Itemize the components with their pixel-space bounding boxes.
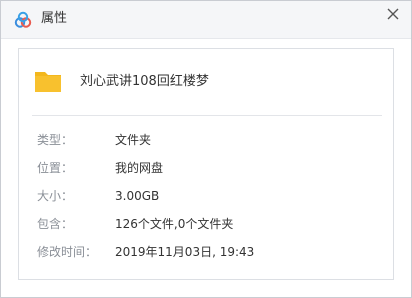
close-icon[interactable] bbox=[384, 5, 402, 23]
property-value: 我的网盘 bbox=[115, 161, 164, 175]
title-bar: 属性 bbox=[1, 1, 411, 39]
property-label: 大小： bbox=[37, 189, 74, 203]
folder-icon bbox=[32, 65, 64, 97]
property-label: 修改时间： bbox=[37, 245, 98, 259]
property-value: 3.00GB bbox=[115, 189, 160, 203]
divider bbox=[32, 115, 382, 116]
property-value: 文件夹 bbox=[115, 133, 152, 147]
properties-panel: 刘心武讲108回红楼梦 类型： 文件夹 位置： 我的网盘 大小： 3.00GB … bbox=[18, 48, 394, 280]
property-value: 2019年11月03日, 19:43 bbox=[115, 245, 255, 259]
property-label: 位置： bbox=[37, 161, 74, 175]
property-label: 类型： bbox=[37, 133, 74, 147]
property-value: 126个文件,0个文件夹 bbox=[115, 217, 234, 231]
property-label: 包含： bbox=[37, 217, 74, 231]
window-title: 属性 bbox=[41, 11, 68, 26]
file-name: 刘心武讲108回红楼梦 bbox=[80, 74, 209, 89]
baidu-cloud-icon bbox=[13, 10, 33, 30]
properties-dialog: 属性 刘心武讲108回红楼梦 类型： 文件夹 位置： 我的网盘 大小： 3.00… bbox=[0, 0, 412, 298]
